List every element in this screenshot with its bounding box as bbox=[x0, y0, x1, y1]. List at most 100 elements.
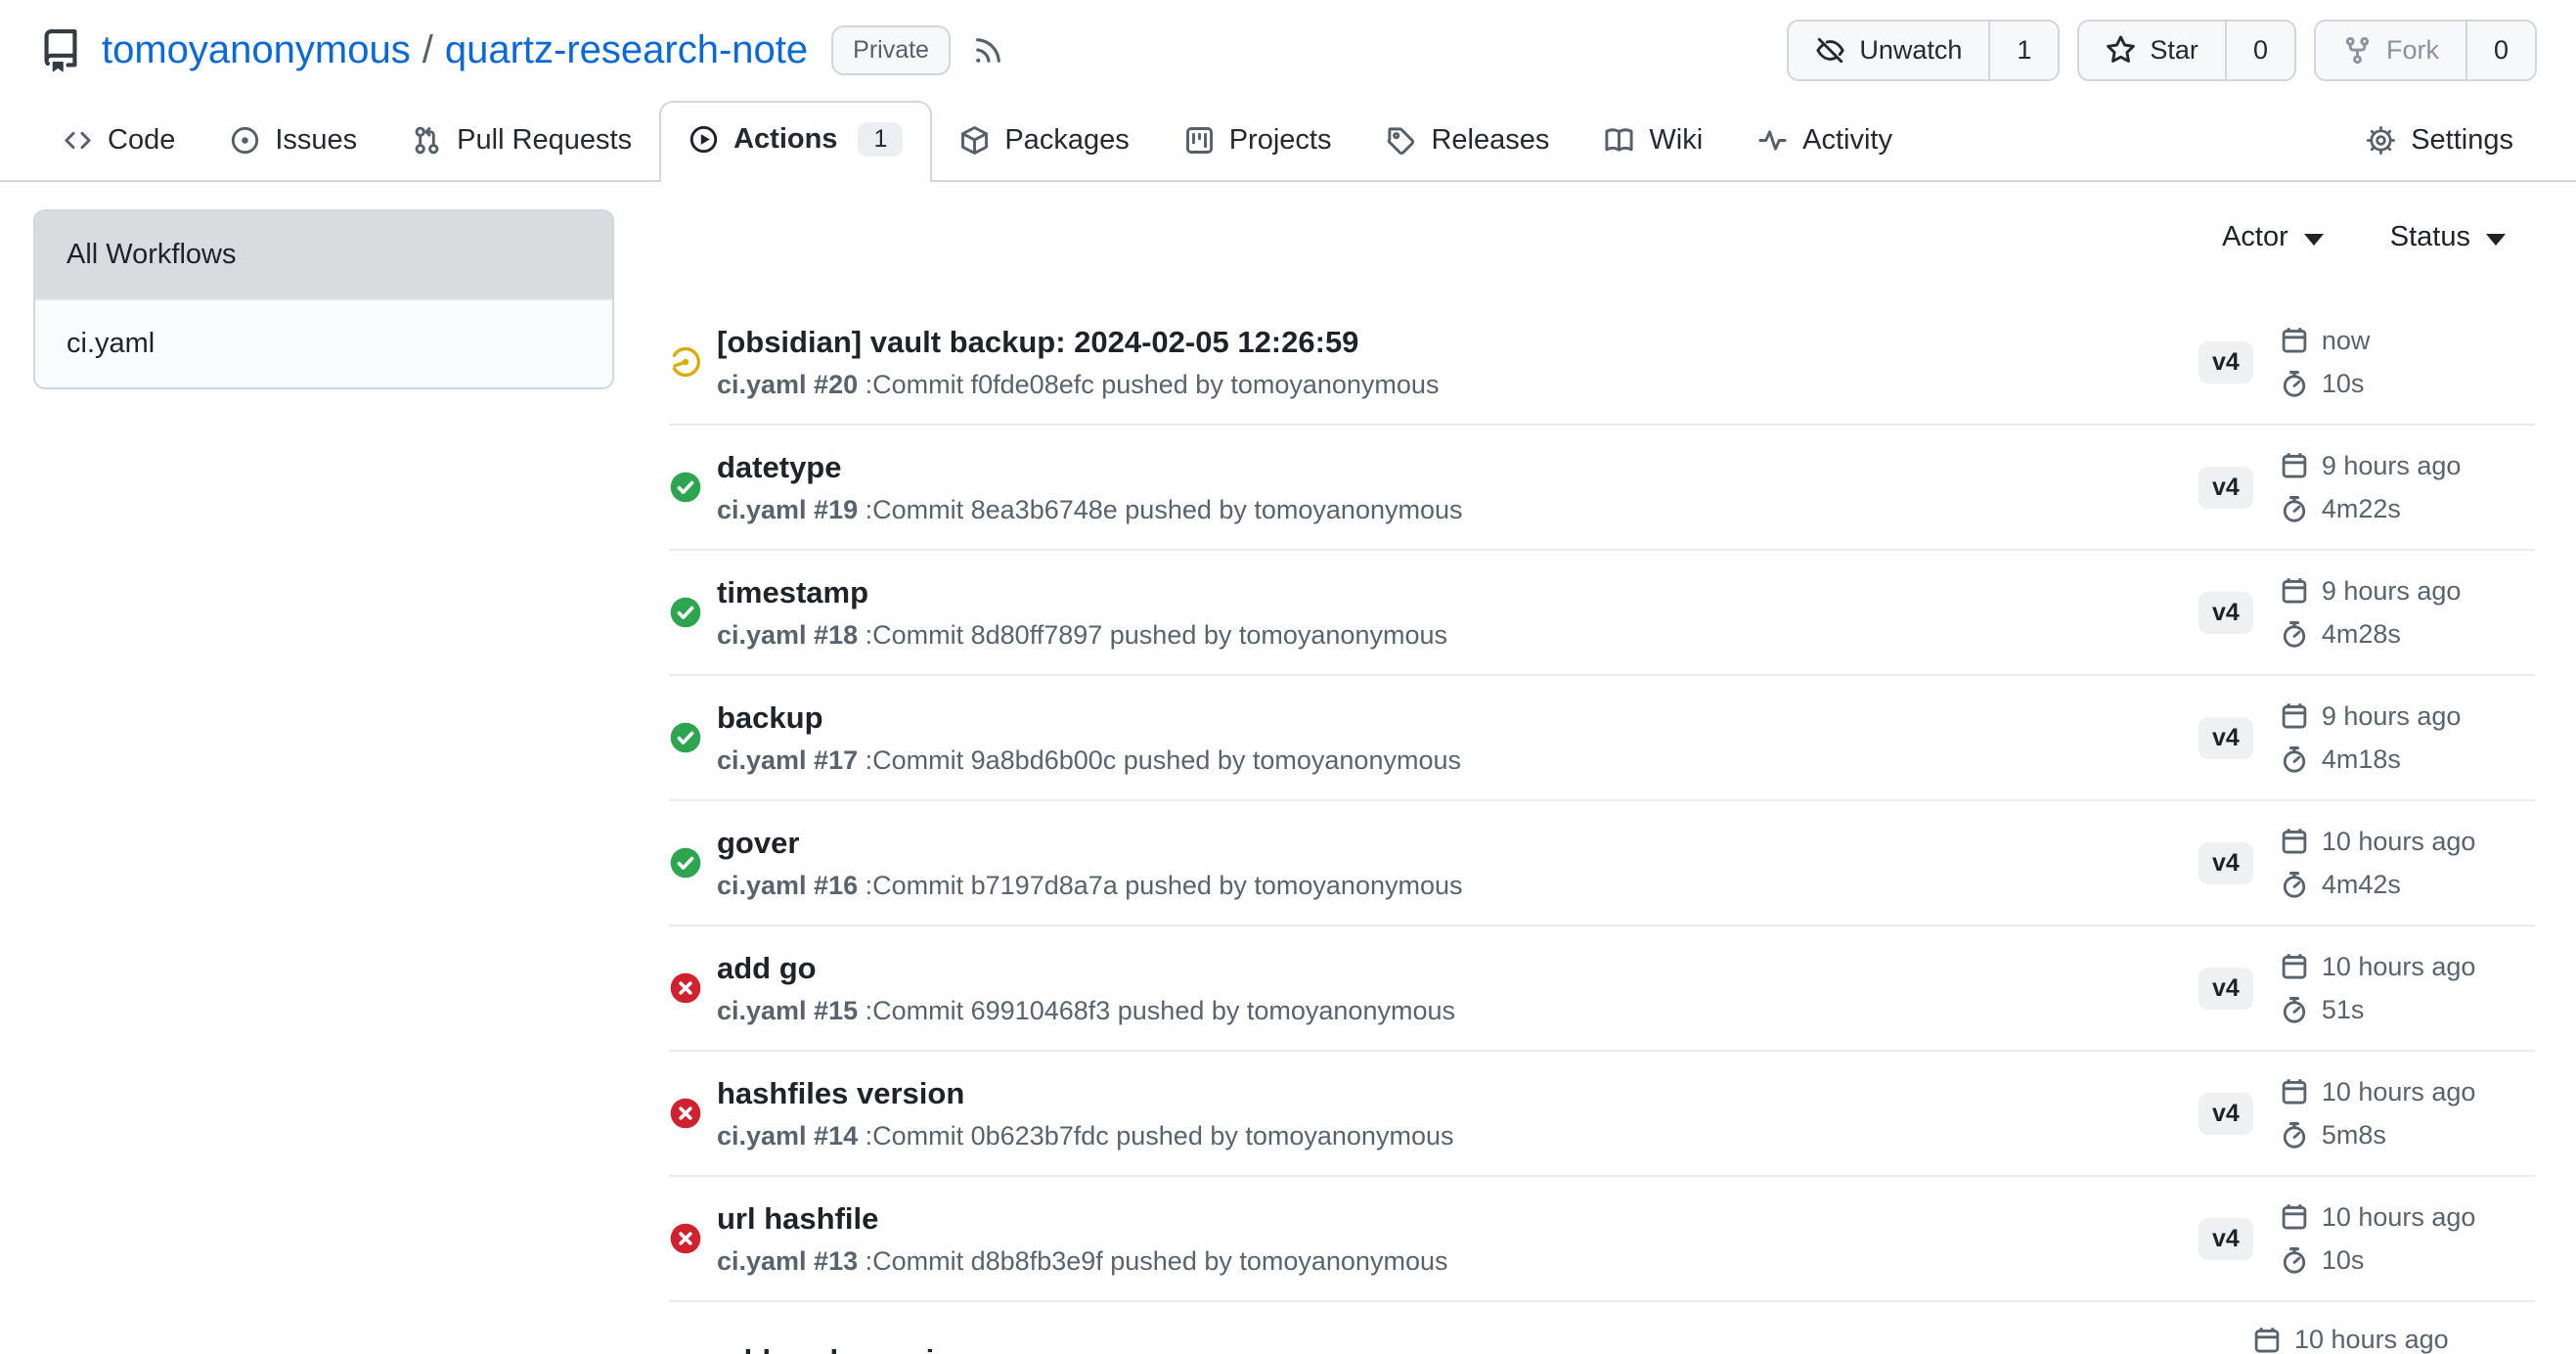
run-description: :Commit 8d80ff7897 pushed by tomoyanonym… bbox=[858, 620, 1447, 650]
run-summary: timestamp ci.yaml #18 :Commit 8d80ff7897… bbox=[669, 573, 2198, 652]
run-title[interactable]: [obsidian] vault backup: 2024-02-05 12:2… bbox=[717, 323, 1439, 362]
status-failure-icon bbox=[669, 1222, 702, 1255]
run-text: backup ci.yaml #17 :Commit 9a8bd6b00c pu… bbox=[717, 699, 1461, 777]
run-filters: Actor Status bbox=[669, 209, 2535, 253]
run-time-text: 10 hours ago bbox=[2322, 827, 2476, 857]
run-text: add cache again bbox=[717, 1341, 953, 1354]
tab-releases[interactable]: Releases bbox=[1358, 105, 1577, 180]
run-title[interactable]: gover bbox=[717, 824, 1463, 863]
run-title[interactable]: timestamp bbox=[717, 573, 1447, 612]
workflow-run-row[interactable]: timestamp ci.yaml #18 :Commit 8d80ff7897… bbox=[669, 551, 2535, 676]
stopwatch-icon bbox=[2280, 494, 2309, 523]
tab-issues[interactable]: Issues bbox=[202, 105, 384, 180]
run-duration-line: 5m8s bbox=[2280, 1120, 2476, 1151]
fork-icon bbox=[2342, 35, 2373, 66]
run-title[interactable]: backup bbox=[717, 699, 1461, 738]
unwatch-button[interactable]: Unwatch bbox=[1789, 22, 1988, 79]
run-status-slot bbox=[669, 1344, 702, 1354]
status-in-progress-icon bbox=[669, 345, 702, 379]
run-summary: url hashfile ci.yaml #13 :Commit d8b8fb3… bbox=[669, 1199, 2198, 1278]
run-meta: v4 10 hours ago bbox=[2198, 1202, 2535, 1276]
run-text: add go ci.yaml #15 :Commit 69910468f3 pu… bbox=[717, 949, 1455, 1027]
tab-actions-label: Actions bbox=[733, 123, 837, 156]
run-label: ci.yaml #16 bbox=[717, 871, 858, 900]
tab-pull-requests[interactable]: Pull Requests bbox=[384, 105, 659, 180]
run-time-text: 9 hours ago bbox=[2322, 451, 2462, 481]
workflow-run-row[interactable]: hashfiles version ci.yaml #14 :Commit 0b… bbox=[669, 1052, 2535, 1177]
run-duration-line: 10s bbox=[2280, 1245, 2476, 1276]
status-success-icon bbox=[669, 721, 702, 754]
artifact-version-badge: v4 bbox=[2198, 1093, 2253, 1135]
pulse-icon bbox=[1757, 125, 1788, 156]
workflow-sidebar: All Workflows ci.yaml bbox=[33, 209, 614, 389]
run-label: ci.yaml #18 bbox=[717, 620, 858, 650]
stopwatch-icon bbox=[2280, 745, 2309, 774]
play-circle-icon bbox=[688, 124, 719, 155]
tab-projects[interactable]: Projects bbox=[1157, 105, 1359, 180]
actor-filter-dropdown[interactable]: Actor bbox=[2222, 221, 2324, 253]
run-duration-text: 10s bbox=[2322, 369, 2365, 399]
run-subtitle: ci.yaml #15 :Commit 69910468f3 pushed by… bbox=[717, 994, 1455, 1027]
tab-activity[interactable]: Activity bbox=[1730, 105, 1920, 180]
run-label: ci.yaml #19 bbox=[717, 495, 858, 524]
run-time-text: 9 hours ago bbox=[2322, 576, 2462, 607]
status-filter-dropdown[interactable]: Status bbox=[2390, 221, 2506, 253]
run-title[interactable]: hashfiles version bbox=[717, 1074, 1453, 1113]
tab-settings[interactable]: Settings bbox=[2338, 105, 2541, 180]
workflow-run-row[interactable]: [obsidian] vault backup: 2024-02-05 12:2… bbox=[669, 300, 2535, 426]
repo-name-link[interactable]: quartz-research-note bbox=[445, 28, 808, 71]
run-title[interactable]: add cache again bbox=[717, 1341, 953, 1354]
rss-feed-icon[interactable] bbox=[972, 34, 1004, 67]
star-button[interactable]: Star bbox=[2079, 22, 2225, 79]
status-success-icon bbox=[669, 471, 702, 504]
run-label: ci.yaml #14 bbox=[717, 1121, 858, 1151]
run-duration-text: 51s bbox=[2322, 995, 2365, 1025]
run-list: [obsidian] vault backup: 2024-02-05 12:2… bbox=[669, 300, 2535, 1354]
repo-owner-link[interactable]: tomoyanonymous bbox=[102, 28, 411, 71]
tab-activity-label: Activity bbox=[1802, 124, 1892, 157]
run-timing: 10 hours ago bbox=[2252, 1325, 2449, 1354]
run-duration-line: 4m42s bbox=[2280, 870, 2476, 900]
run-description: :Commit d8b8fb3e9f pushed by tomoyanonym… bbox=[858, 1246, 1447, 1276]
tab-settings-label: Settings bbox=[2411, 124, 2513, 157]
artifact-version-badge: v4 bbox=[2198, 467, 2253, 509]
run-title[interactable]: url hashfile bbox=[717, 1199, 1447, 1239]
watchers-count[interactable]: 1 bbox=[1988, 22, 2058, 79]
workflow-run-row[interactable]: backup ci.yaml #17 :Commit 9a8bd6b00c pu… bbox=[669, 676, 2535, 801]
run-duration-line: 4m28s bbox=[2280, 619, 2462, 650]
run-duration-text: 5m8s bbox=[2322, 1120, 2386, 1151]
run-title[interactable]: datetype bbox=[717, 448, 1463, 487]
run-subtitle: ci.yaml #18 :Commit 8d80ff7897 pushed by… bbox=[717, 618, 1447, 652]
forks-count[interactable]: 0 bbox=[2465, 22, 2535, 79]
chevron-down-icon bbox=[2486, 234, 2506, 246]
gear-icon bbox=[2366, 125, 2396, 156]
workflow-run-row[interactable]: datetype ci.yaml #19 :Commit 8ea3b6748e … bbox=[669, 426, 2535, 551]
workflow-run-row[interactable]: add cache again 10 hours ago bbox=[669, 1302, 2535, 1354]
tab-code[interactable]: Code bbox=[35, 105, 202, 180]
tab-wiki[interactable]: Wiki bbox=[1577, 105, 1730, 180]
stopwatch-icon bbox=[2280, 1245, 2309, 1275]
workflow-run-row[interactable]: url hashfile ci.yaml #13 :Commit d8b8fb3… bbox=[669, 1177, 2535, 1302]
run-timing: 9 hours ago 4m28s bbox=[2280, 576, 2462, 650]
run-status-slot bbox=[669, 846, 702, 880]
eye-closed-icon bbox=[1815, 35, 1845, 66]
run-duration-line: 51s bbox=[2280, 995, 2476, 1025]
workflow-run-row[interactable]: add go ci.yaml #15 :Commit 69910468f3 pu… bbox=[669, 926, 2535, 1052]
run-status-slot bbox=[669, 971, 702, 1005]
calendar-icon bbox=[2252, 1326, 2282, 1354]
calendar-icon bbox=[2280, 952, 2309, 981]
sidebar-item-ci-yaml[interactable]: ci.yaml bbox=[35, 298, 612, 387]
run-title[interactable]: add go bbox=[717, 949, 1455, 988]
stars-count[interactable]: 0 bbox=[2225, 22, 2294, 79]
run-status-slot bbox=[669, 721, 702, 754]
tab-actions[interactable]: Actions 1 bbox=[659, 101, 932, 182]
tab-packages[interactable]: Packages bbox=[932, 105, 1156, 180]
workflow-run-row[interactable]: gover ci.yaml #16 :Commit b7197d8a7a pus… bbox=[669, 801, 2535, 926]
sidebar-item-all-workflows[interactable]: All Workflows bbox=[35, 211, 612, 298]
star-button-group: Star 0 bbox=[2077, 20, 2296, 81]
artifact-version-badge: v4 bbox=[2198, 968, 2253, 1010]
fork-button[interactable]: Fork bbox=[2316, 22, 2465, 79]
run-duration-text: 4m42s bbox=[2322, 870, 2401, 900]
book-icon bbox=[1604, 125, 1634, 156]
tag-icon bbox=[1386, 125, 1416, 156]
